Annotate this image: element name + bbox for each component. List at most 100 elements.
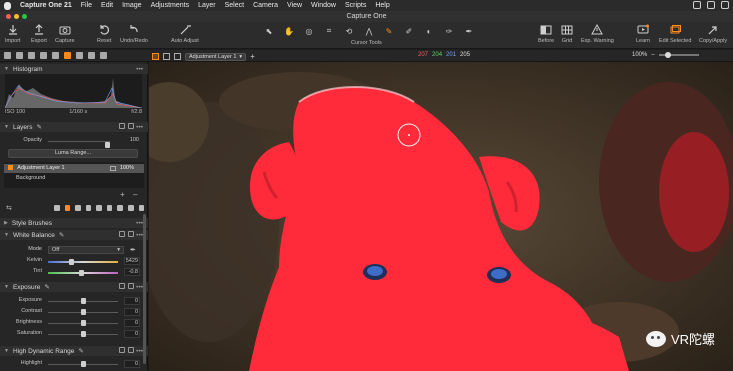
lens-tab-icon[interactable]	[28, 52, 35, 59]
more-icon[interactable]: •••	[136, 232, 143, 239]
pan-tool-icon[interactable]: ⬉	[262, 26, 276, 36]
screen-record-icon[interactable]	[693, 1, 701, 9]
kelvin-value[interactable]: 5429	[124, 257, 140, 265]
loupe-tool-icon[interactable]: ◎	[302, 26, 316, 36]
menu-edit[interactable]: Edit	[101, 2, 113, 9]
chevron-down-icon[interactable]: ▼	[4, 124, 9, 130]
capture-tab-icon[interactable]	[16, 52, 23, 59]
eraser-tool-icon[interactable]: ✐	[402, 26, 416, 36]
luma-range-button[interactable]: Luma Range...	[8, 149, 138, 158]
apple-icon[interactable]	[4, 1, 11, 10]
crop-tool-icon[interactable]: ⌗	[322, 26, 336, 36]
capture-button[interactable]: Capture	[55, 24, 75, 44]
brightness-value[interactable]: 0	[124, 319, 140, 327]
menu-image[interactable]: Image	[122, 2, 141, 9]
export-button[interactable]: Export	[31, 24, 47, 44]
opacity-value[interactable]: 100	[124, 137, 140, 145]
reset-icon[interactable]	[128, 231, 134, 237]
chevron-down-icon[interactable]: ▼	[4, 348, 9, 354]
more-icon[interactable]: •••	[136, 66, 143, 73]
sliders-icon[interactable]: ⇆	[6, 204, 12, 212]
opacity-slider-knob[interactable]	[105, 142, 110, 148]
mask-brush-tool-icon[interactable]: ✎	[382, 26, 396, 36]
viewer-mode-icon[interactable]	[152, 53, 159, 60]
brightness-slider[interactable]	[48, 320, 118, 326]
saturation-slider[interactable]	[48, 331, 118, 337]
hand-tool-icon[interactable]: ✋	[282, 26, 296, 36]
exposure-slider[interactable]	[48, 298, 118, 304]
hdr-header[interactable]: ▼ High Dynamic Range ✎ •••	[0, 346, 148, 356]
color-tab-icon[interactable]	[52, 52, 59, 59]
layer-item[interactable]: Adjustment Layer 1 100%	[4, 164, 144, 173]
copy-apply-button[interactable]: Copy/Apply	[699, 24, 727, 44]
add-layer-icon[interactable]: +	[250, 52, 255, 61]
before-button[interactable]: Before	[538, 24, 554, 44]
exposure-warning-button[interactable]: Exp. Warning	[581, 24, 614, 44]
exposure-header[interactable]: ▼ Exposure ✎ •••	[0, 282, 148, 292]
tint-slider-knob[interactable]	[79, 270, 85, 276]
contrast-slider-knob[interactable]	[80, 309, 86, 315]
metadata-tab-icon[interactable]	[100, 52, 107, 59]
radial-icon[interactable]	[85, 205, 92, 211]
chevron-down-icon[interactable]: ▼	[4, 284, 9, 290]
single-view-icon[interactable]	[163, 53, 170, 60]
fill-icon[interactable]	[106, 205, 113, 211]
exposure-tab-icon[interactable]	[64, 52, 71, 59]
zoom-out-icon[interactable]: –	[651, 52, 654, 58]
reset-icon[interactable]	[128, 283, 134, 289]
composition-tab-icon[interactable]	[40, 52, 47, 59]
panel-scrollbar[interactable]	[143, 214, 146, 364]
white-balance-header[interactable]: ▼ White Balance ✎ •••	[0, 230, 148, 240]
more-icon[interactable]: •••	[136, 220, 143, 227]
auto-adjust-button[interactable]: Auto Adjust	[171, 24, 199, 44]
wifi-icon[interactable]	[707, 1, 715, 9]
kelvin-slider-knob[interactable]	[68, 259, 74, 265]
eraser-icon[interactable]	[96, 205, 102, 211]
more-icon[interactable]: •••	[136, 348, 143, 355]
menu-view[interactable]: View	[287, 2, 302, 9]
menu-scripts[interactable]: Scripts	[345, 2, 366, 9]
kelvin-slider[interactable]	[48, 259, 118, 265]
zoom-window-button[interactable]	[22, 14, 27, 19]
more-icon[interactable]: •••	[136, 284, 143, 291]
pen-icon[interactable]	[138, 205, 145, 211]
control-center-icon[interactable]	[721, 1, 729, 9]
mask-brush-icon[interactable]	[64, 205, 71, 211]
gradient-icon[interactable]	[75, 205, 81, 211]
highlight-slider[interactable]	[48, 361, 118, 367]
copy-icon[interactable]	[119, 347, 125, 353]
learn-button[interactable]: Learn	[636, 24, 650, 44]
minimize-window-button[interactable]	[14, 14, 19, 19]
menu-file[interactable]: File	[81, 2, 92, 9]
copy-icon[interactable]	[119, 231, 125, 237]
close-window-button[interactable]	[6, 14, 11, 19]
details-tab-icon[interactable]	[76, 52, 83, 59]
style-brushes-header[interactable]: ▶ Style Brushes •••	[0, 218, 148, 228]
layer-enable-checkbox[interactable]	[8, 165, 13, 171]
annotate-tool-icon[interactable]: ✒	[462, 26, 476, 36]
chevron-down-icon[interactable]: ▼	[4, 66, 9, 72]
mask-icon[interactable]	[110, 166, 116, 171]
opacity-slider[interactable]	[48, 141, 110, 148]
layers-header[interactable]: ▼ Layers ✎ •••	[0, 122, 148, 132]
import-button[interactable]: Import	[5, 24, 21, 44]
menu-select[interactable]: Select	[225, 2, 244, 9]
help-icon[interactable]	[128, 123, 134, 129]
keystone-tool-icon[interactable]: ⋀	[362, 26, 376, 36]
histogram-header[interactable]: ▼ Histogram •••	[0, 64, 148, 74]
reset-icon[interactable]	[128, 347, 134, 353]
wb-mode-select[interactable]: Off ▾	[48, 246, 124, 254]
wb-picker-icon[interactable]: ✒	[130, 246, 136, 254]
reset-button[interactable]: Reset	[97, 24, 111, 44]
saturation-slider-knob[interactable]	[80, 331, 86, 337]
chevron-right-icon[interactable]: ▶	[4, 220, 8, 226]
layer-item[interactable]: Background	[4, 174, 144, 183]
highlight-slider-knob[interactable]	[80, 361, 86, 367]
copy-icon[interactable]	[119, 283, 125, 289]
picker-tool-icon[interactable]: ✑	[442, 26, 456, 36]
exposure-slider-knob[interactable]	[80, 298, 86, 304]
layer-select-dropdown[interactable]: Adjustment Layer 1 ▾	[185, 52, 247, 61]
menu-adjustments[interactable]: Adjustments	[151, 2, 190, 9]
brush-icon[interactable]	[54, 205, 60, 211]
menu-app-name[interactable]: Capture One 21	[20, 2, 72, 9]
